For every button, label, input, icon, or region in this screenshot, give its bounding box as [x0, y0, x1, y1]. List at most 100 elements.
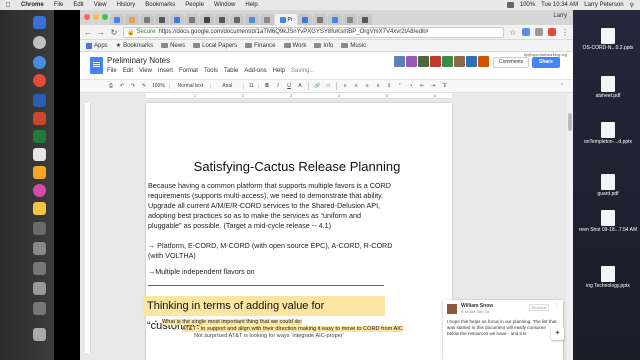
explore-icon[interactable]: ✦	[551, 327, 564, 340]
text-color-icon[interactable]: A	[297, 83, 303, 89]
browser-tab[interactable]	[215, 14, 229, 25]
browser-tab[interactable]	[343, 14, 357, 25]
desktop-file[interactable]: OS-CORD-N...0.2.pptx	[577, 28, 639, 51]
font-size-select[interactable]: 11	[249, 83, 259, 89]
dock-app-icon[interactable]	[33, 36, 46, 49]
user-name[interactable]: Larry Peterson	[584, 2, 623, 8]
style-select[interactable]: Normal text	[175, 83, 211, 89]
browser-tab[interactable]	[328, 14, 342, 25]
paint-format-icon[interactable]: ✎	[141, 83, 147, 89]
menu-file[interactable]: File	[49, 2, 69, 8]
bookmark-finance[interactable]: Finance	[245, 43, 276, 49]
close-window-button[interactable]	[84, 14, 90, 20]
browser-tab[interactable]	[245, 14, 259, 25]
menu-history[interactable]: History	[112, 2, 141, 8]
bookmark-local-papers[interactable]: Local Papers	[193, 43, 237, 49]
avatar[interactable]	[430, 56, 441, 67]
list-item[interactable]: AT&T - to support and align with their d…	[154, 326, 414, 333]
browser-tab[interactable]	[230, 14, 244, 25]
menu-edit[interactable]: Edit	[68, 2, 88, 8]
bookmark-work[interactable]: Work	[283, 43, 306, 49]
docs-menu-format[interactable]: Format	[179, 68, 198, 74]
menu-view[interactable]: View	[89, 2, 112, 8]
increase-indent-icon[interactable]: ⇥	[430, 83, 436, 89]
browser-tab[interactable]	[313, 14, 327, 25]
menu-bookmarks[interactable]: Bookmarks	[140, 2, 180, 8]
docs-menu-file[interactable]: File	[107, 68, 117, 74]
chrome-icon[interactable]	[33, 74, 46, 87]
menu-people[interactable]: People	[180, 2, 209, 8]
itunes-icon[interactable]	[33, 184, 46, 197]
avatar[interactable]	[406, 56, 417, 67]
document-page[interactable]: Satisfying-Cactus Release Planning Becau…	[143, 103, 452, 360]
dock-app-icon[interactable]	[33, 262, 46, 275]
browser-tab[interactable]	[298, 14, 312, 25]
bookmark-apps[interactable]: Apps	[86, 42, 108, 49]
clear-formatting-icon[interactable]: T̸	[441, 83, 447, 89]
word-icon[interactable]	[33, 94, 46, 107]
decrease-indent-icon[interactable]: ⇤	[419, 83, 425, 89]
bulleted-list-icon[interactable]: •	[408, 83, 414, 89]
docs-menu-tools[interactable]: Tools	[204, 68, 218, 74]
align-right-icon[interactable]: ≡	[364, 83, 370, 89]
underline-icon[interactable]: U	[286, 83, 292, 89]
dock-app-icon[interactable]	[33, 222, 46, 235]
browser-tab[interactable]	[140, 14, 154, 25]
extension-icon[interactable]	[522, 28, 530, 36]
avatar[interactable]	[442, 56, 453, 67]
star-icon[interactable]: ☆	[509, 28, 517, 37]
docs-menu-table[interactable]: Table	[224, 68, 238, 74]
align-left-icon[interactable]: ≡	[342, 83, 348, 89]
battery-percent[interactable]: 100%	[520, 2, 535, 8]
bookmark-music[interactable]: Music	[341, 43, 366, 49]
bookmark-bookmarks[interactable]: ★ Bookmarks	[116, 42, 153, 50]
forward-arrow-icon[interactable]: →	[97, 28, 105, 37]
redo-icon[interactable]: ↷	[130, 83, 136, 89]
document-heading[interactable]: Satisfying-Cactus Release Planning	[170, 159, 424, 174]
avatar[interactable]	[454, 56, 465, 67]
reload-icon[interactable]: ↻	[110, 28, 118, 37]
zoom-window-button[interactable]	[102, 14, 108, 20]
extension-icon[interactable]	[535, 28, 543, 36]
align-justify-icon[interactable]: ≡	[375, 83, 381, 89]
body-paragraph[interactable]: Because having a common platform that su…	[148, 181, 394, 231]
list-item[interactable]: Not surprised AT&T is looking for ways ‘…	[154, 333, 414, 340]
avatar[interactable]	[394, 56, 405, 67]
browser-tab[interactable]	[155, 14, 169, 25]
address-bar[interactable]: 🔒 Secure https://docs.google.com/documen…	[123, 26, 504, 38]
horizontal-ruler[interactable]: 1 2 3 4 5 6	[146, 93, 452, 99]
share-button[interactable]: Share	[532, 57, 560, 68]
browser-tab[interactable]	[170, 14, 184, 25]
desktop-file[interactable]: onTempleton-...d.pptx	[577, 122, 639, 145]
dock-app-icon[interactable]	[33, 302, 46, 315]
browser-tab[interactable]	[260, 14, 274, 25]
dock-app-icon[interactable]	[33, 166, 46, 179]
chrome-menu-icon[interactable]: ⋮	[561, 28, 569, 37]
font-select[interactable]: Arial	[216, 83, 244, 89]
dock-app-icon[interactable]	[33, 56, 46, 69]
comment-icon[interactable]: □	[325, 83, 331, 89]
chrome-profile-name[interactable]: Larry	[553, 13, 567, 19]
platform-line[interactable]: → Platform, E-CORD, M-CORD (with open so…	[148, 241, 394, 261]
vertical-ruler[interactable]	[85, 103, 91, 353]
resolve-button[interactable]: Resolve	[528, 304, 549, 311]
desktop-file[interactable]: atsheet.pdf	[577, 76, 639, 99]
more-options-icon[interactable]: ⋮	[554, 303, 559, 309]
browser-tab[interactable]	[358, 14, 372, 25]
bookmark-news[interactable]: News	[161, 43, 185, 49]
browser-tab[interactable]	[125, 14, 139, 25]
align-center-icon[interactable]: ≡	[353, 83, 359, 89]
apple-icon[interactable]: 	[0, 2, 16, 9]
minimize-window-button[interactable]	[93, 14, 99, 20]
docs-menu-edit[interactable]: Edit	[123, 68, 133, 74]
print-icon[interactable]: ⎙	[108, 83, 114, 89]
line-spacing-icon[interactable]: ⇕	[386, 83, 392, 89]
bookmark-info[interactable]: Info	[314, 43, 333, 49]
dock-app-icon[interactable]	[33, 282, 46, 295]
docs-menu-addons[interactable]: Add-ons	[244, 68, 266, 74]
extension-icon[interactable]	[548, 28, 556, 36]
browser-tab-active[interactable]: Pr	[275, 14, 297, 25]
dock-app-icon[interactable]	[33, 242, 46, 255]
avatar[interactable]	[418, 56, 429, 67]
avatar[interactable]	[478, 56, 489, 67]
